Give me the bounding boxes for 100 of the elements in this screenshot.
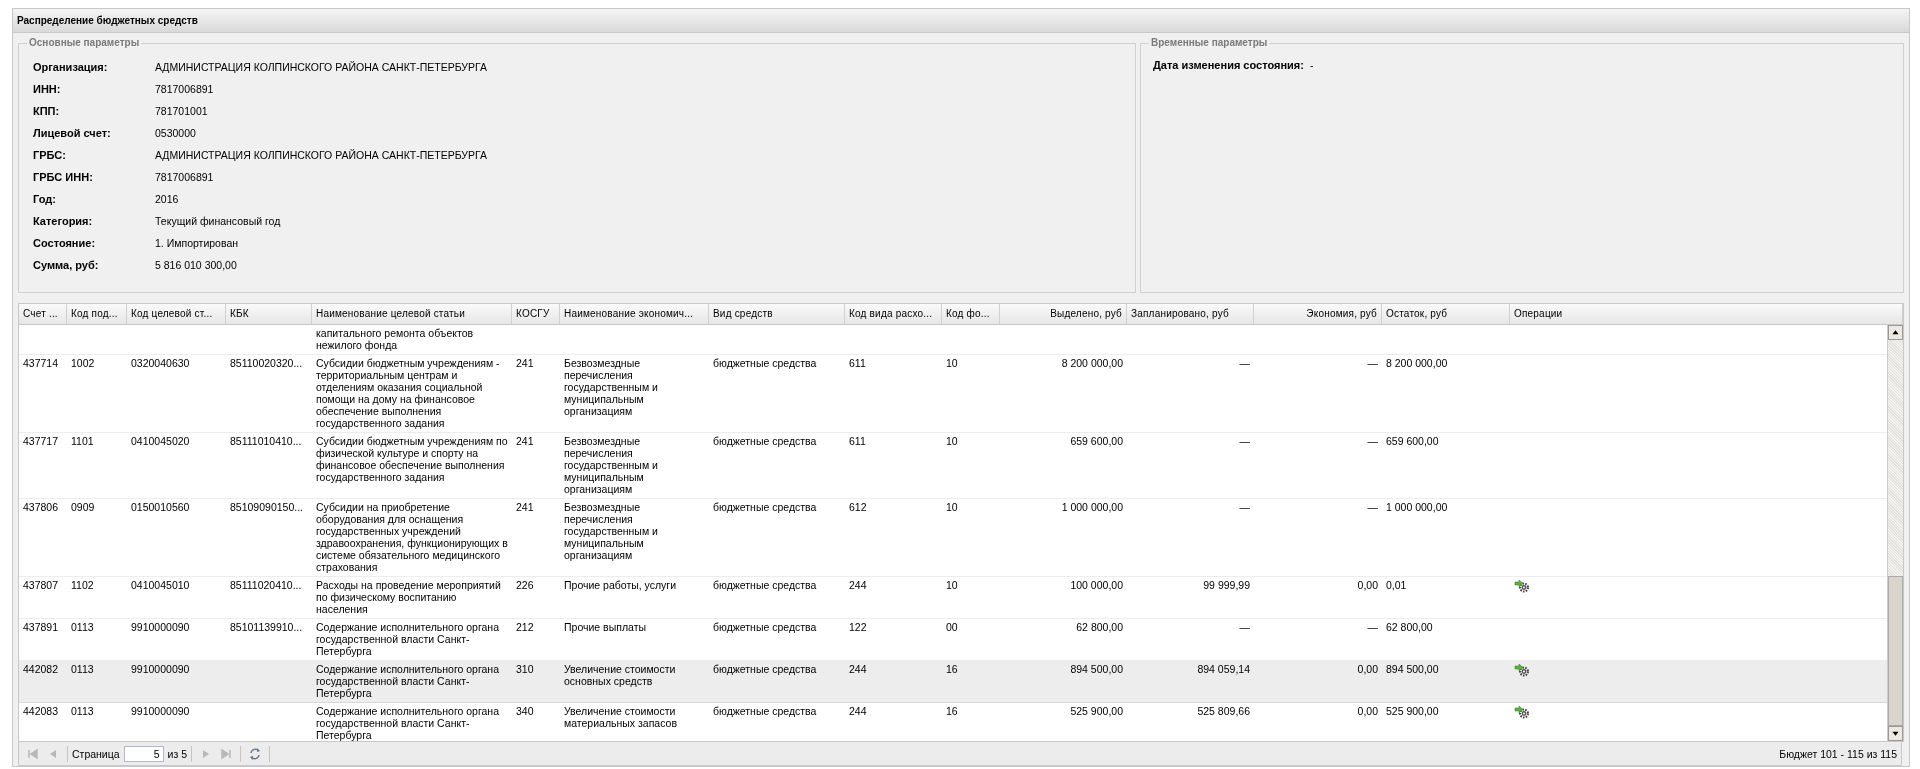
table-cell: 1 000 000,00 [1386, 501, 1448, 513]
fieldset-legend: Временные параметры [1149, 37, 1270, 48]
table-cell: 9910000090 [131, 663, 190, 675]
table-cell: — [1239, 621, 1250, 633]
table-cell: 244 [849, 663, 867, 675]
table-cell: 894 500,00 [1386, 663, 1439, 675]
scroll-up-icon[interactable] [1888, 325, 1903, 340]
table-cell: 437807 [23, 579, 59, 591]
table-cell: 00 [946, 621, 958, 633]
field-label: Лицевой счет: [33, 126, 112, 140]
table-cell: 241 [516, 357, 534, 369]
column-header[interactable]: Выделено, руб [1000, 304, 1127, 324]
table-cell: — [1239, 435, 1250, 447]
table-cell: 525 900,00 [1070, 705, 1123, 717]
column-header[interactable]: КОСГУ [512, 304, 560, 324]
table-cell: 122 [849, 621, 867, 633]
table-cell: 340 [516, 705, 534, 717]
table-cell: — [1367, 621, 1378, 633]
table-row[interactable] [19, 433, 1887, 499]
table-cell: 659 600,00 [1070, 435, 1123, 447]
column-header[interactable]: Код фо... [942, 304, 1000, 324]
table-cell: 0,00 [1357, 663, 1378, 675]
table-cell: 894 059,14 [1197, 663, 1250, 675]
table-cell: 212 [516, 621, 534, 633]
table-cell: 8 200 000,00 [1061, 357, 1123, 369]
table-row[interactable] [19, 499, 1887, 577]
column-header[interactable]: Код целевой ст... [127, 304, 226, 324]
table-cell: 0150010560 [131, 501, 190, 513]
field-value: АДМИНИСТРАЦИЯ КОЛПИНСКОГО РАЙОНА САНКТ-ПЕТЕРБУРГА [155, 148, 488, 162]
table-cell: бюджетные средства [713, 705, 817, 717]
table-cell: 0,01 [1386, 579, 1407, 591]
table-cell: 85111020410... [230, 579, 302, 591]
gear-arrow-icon[interactable] [1514, 579, 1530, 593]
table-cell: 1101 [71, 435, 94, 447]
column-header[interactable]: КБК [226, 304, 312, 324]
table-row[interactable] [19, 355, 1887, 433]
field-value: 7817006891 [155, 170, 215, 184]
table-cell-text: Увеличение стоимости основных средств [564, 663, 677, 687]
table-row[interactable]: 437807 1102 0410045010 85111020410... Расходы на проведение мероприятий по физическому воспитанию населения 226 Прочие работы, услуги бюджетные средства 244 10 100 000,00 99 999,99 0,00 0,01 [19, 577, 1887, 619]
table-cell: — [1239, 357, 1250, 369]
field-label: Категория: [33, 214, 94, 228]
table-cell: 244 [849, 705, 867, 717]
table-cell: 1 000 000,00 [1061, 501, 1123, 513]
table-cell: 894 500,00 [1070, 663, 1123, 675]
field-label: Дата изменения состояния: [1153, 58, 1304, 72]
column-header[interactable]: Наименование целевой статьи [312, 304, 512, 324]
table-row[interactable] [19, 661, 1887, 703]
column-header[interactable]: Экономия, руб [1254, 304, 1382, 324]
table-cell: — [1239, 501, 1250, 513]
scroll-down-icon[interactable] [1888, 726, 1903, 741]
table-cell: 85101139910... [230, 621, 303, 633]
table-cell: бюджетные средства [713, 501, 817, 513]
table-cell: Прочие работы, услуги [564, 579, 677, 591]
table-cell: 8 200 000,00 [1386, 357, 1448, 369]
table-cell: — [1367, 501, 1378, 513]
field-label: ИНН: [33, 82, 62, 96]
page-input[interactable]: 5 [123, 745, 164, 762]
column-header[interactable]: Код вида расхо... [845, 304, 942, 324]
table-cell: 85111010410... [230, 435, 302, 447]
window-title: Распределение бюджетных средств [13, 9, 1909, 33]
table-cell: 442082 [23, 663, 59, 675]
table-cell: 226 [516, 579, 534, 591]
field-value: АДМИНИСТРАЦИЯ КОЛПИНСКОГО РАЙОНА САНКТ-ПЕТЕРБУРГА [155, 60, 488, 74]
field-value: 1. Импортирован [155, 236, 240, 250]
table-cell: 437806 [23, 501, 59, 513]
table-cell: бюджетные средства [713, 435, 817, 447]
column-header[interactable]: Остаток, руб [1382, 304, 1510, 324]
table-cell-text: Содержание исполнительного органа государственной власти Санкт-Петербурга [316, 621, 500, 657]
field-label: Год: [33, 192, 57, 206]
table-row[interactable]: капитального ремонта объектов нежилого фонда [19, 325, 1887, 355]
table-cell: 437717 [23, 435, 59, 447]
table-cell-text: Безвозмездные перечисления государственным и муниципальным организациям [564, 435, 659, 495]
table-cell: Субсидии на приобретение оборудования для оснащения государственных учреждений здравоохранения, функционирующих в системе обязательного медицинского страхования [316, 501, 508, 573]
table-cell: 85109090150... [230, 501, 303, 513]
column-header[interactable]: Счет ... [19, 304, 67, 324]
table-cell: 9910000090 [131, 705, 190, 717]
table-cell: 310 [516, 663, 534, 675]
column-header[interactable]: Код под... [67, 304, 127, 324]
table-cell: 10 [946, 579, 958, 591]
table-cell: 0410045020 [131, 435, 190, 447]
column-header[interactable]: Операции [1510, 304, 1903, 324]
gear-arrow-icon[interactable] [1514, 663, 1530, 677]
table-cell: 0,00 [1357, 579, 1378, 591]
table-cell: 0,00 [1357, 705, 1378, 717]
table-cell: 525 809,66 [1197, 705, 1250, 717]
field-value: Текущий финансовый год [155, 214, 282, 228]
column-header[interactable]: Вид средств [709, 304, 845, 324]
scrollbar[interactable] [1887, 325, 1903, 741]
table-cell-text: Увеличение стоимости материальных запасов [564, 705, 678, 729]
column-header[interactable]: Запланировано, руб [1127, 304, 1254, 324]
gear-arrow-icon[interactable] [1514, 705, 1530, 719]
column-header[interactable]: Наименование экономич... [560, 304, 709, 324]
table-cell-text: Содержание исполнительного органа государственной власти Санкт-Петербурга [316, 663, 500, 699]
page-summary: Бюджет 101 - 115 из 115 [1779, 747, 1897, 760]
page-count: из 5 [167, 747, 188, 760]
table-cell: 611 [849, 357, 866, 369]
field-label: Организация: [33, 60, 109, 74]
table-cell: — [1367, 357, 1378, 369]
table-cell: 0909 [71, 501, 95, 513]
table-cell: бюджетные средства [713, 357, 817, 369]
